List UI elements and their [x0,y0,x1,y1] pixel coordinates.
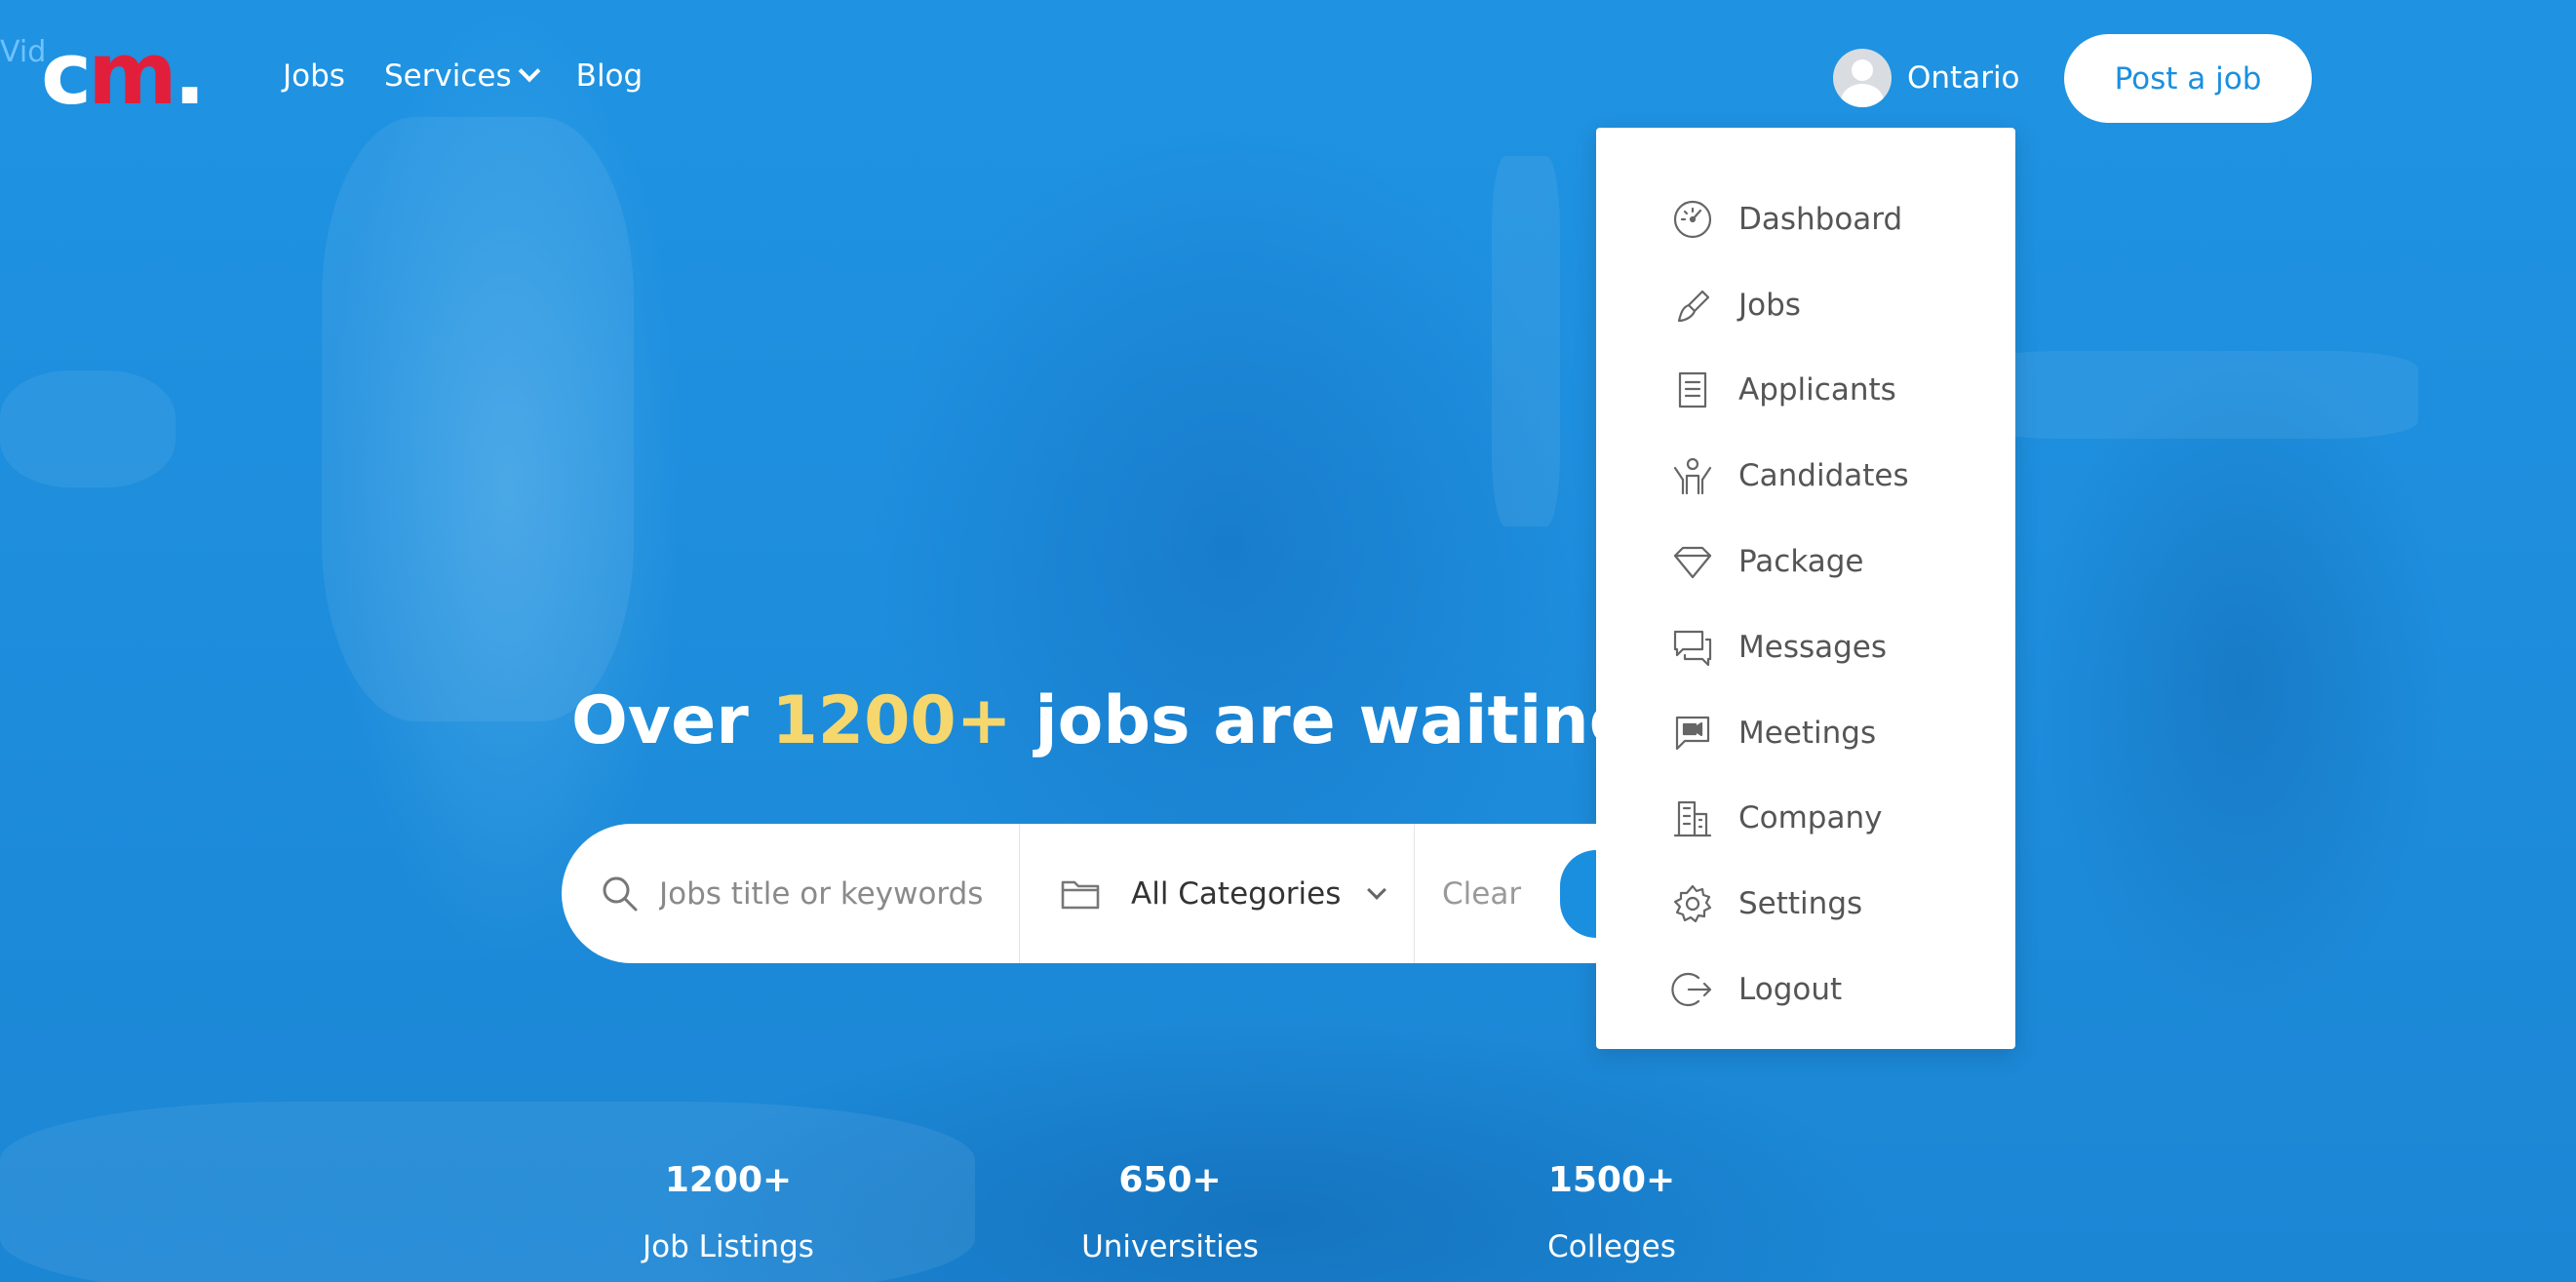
diamond-icon [1670,539,1715,584]
menu-item-label: Candidates [1738,458,1909,494]
building-icon [1670,796,1715,840]
menu-item-label: Applicants [1738,372,1896,408]
nav-jobs[interactable]: Jobs [283,58,345,94]
category-label: All Categories [1131,875,1342,912]
search-submit-button[interactable] [1560,849,1596,938]
clear-segment: Clear [1415,824,1596,963]
menu-item-label: Package [1738,544,1864,580]
chevron-down-icon [518,59,540,83]
stat-universities: 650+ Universities [1024,1160,1316,1264]
nav-services-label: Services [383,58,512,94]
search-input[interactable] [659,875,1010,912]
stat-value: 1200+ [664,1160,793,1200]
menu-item-label: Dashboard [1738,201,1903,237]
document-list-icon [1670,368,1715,412]
stat-label: Universities [1081,1229,1259,1264]
menu-item-meetings[interactable]: Meetings [1596,690,2015,776]
keyword-segment [562,824,1020,963]
hero-title-highlight: 1200+ [771,682,1012,759]
category-select[interactable]: All Categories [1020,824,1415,963]
dashboard-gauge-icon [1670,197,1715,242]
logo-m: m [88,23,177,124]
main-nav: Jobs Services Blog [283,58,643,94]
stat-value: 1500+ [1547,1160,1676,1200]
logout-icon [1670,967,1715,1012]
avatar [1833,49,1892,107]
nav-blog[interactable]: Blog [576,58,644,94]
video-chat-icon [1670,711,1715,756]
menu-item-jobs[interactable]: Jobs [1596,262,2015,348]
menu-item-company[interactable]: Company [1596,776,2015,862]
menu-item-label: Messages [1738,629,1888,665]
site-logo[interactable]: cm. [41,31,206,117]
menu-item-label: Settings [1738,886,1863,922]
nav-blog-label: Blog [575,58,644,94]
logo-dot: . [173,23,206,124]
nav-services[interactable]: Services [383,58,540,94]
logo-c: c [41,23,92,124]
menu-item-messages[interactable]: Messages [1596,604,2015,690]
stat-label: Colleges [1547,1229,1676,1264]
menu-item-logout[interactable]: Logout [1596,947,2015,1032]
folder-icon [1061,880,1100,909]
chat-bubbles-icon [1670,625,1715,670]
menu-item-dashboard[interactable]: Dashboard [1596,176,2015,262]
menu-item-label: Logout [1738,972,1843,1008]
menu-item-label: Meetings [1738,715,1877,751]
menu-item-candidates[interactable]: Candidates [1596,433,2015,519]
user-dropdown-menu: Dashboard Jobs Applicants Candidates Pac… [1596,128,2015,1049]
menu-item-applicants[interactable]: Applicants [1596,348,2015,434]
hero-title: Over 1200+ jobs are waiting fo [571,682,1596,759]
stat-job-listings: 1200+ Job Listings [582,1160,875,1264]
video-link[interactable]: Vid [0,35,46,69]
menu-item-label: Jobs [1738,287,1801,323]
brush-icon [1670,283,1715,328]
user-name: Ontario [1907,60,2020,96]
nav-jobs-label: Jobs [283,58,345,94]
chevron-down-icon [1367,879,1387,900]
menu-item-settings[interactable]: Settings [1596,861,2015,947]
gear-icon [1670,881,1715,926]
stat-label: Job Listings [643,1229,814,1264]
menu-item-label: Company [1738,800,1883,836]
menu-item-package[interactable]: Package [1596,519,2015,604]
search-icon [603,876,638,911]
job-search-bar: All Categories Clear [562,824,1596,963]
hero-title-post: jobs are waiting fo [1034,682,1596,759]
post-job-button[interactable]: Post a job [2064,34,2312,123]
stat-value: 650+ [1118,1160,1222,1200]
hero-background-image [0,0,2576,1282]
hero-title-pre: Over [571,682,772,759]
person-raised-arms-icon [1670,453,1715,498]
stat-colleges: 1500+ Colleges [1465,1160,1758,1264]
user-menu-toggle[interactable]: Ontario [1833,49,2020,107]
clear-button[interactable]: Clear [1442,876,1521,912]
